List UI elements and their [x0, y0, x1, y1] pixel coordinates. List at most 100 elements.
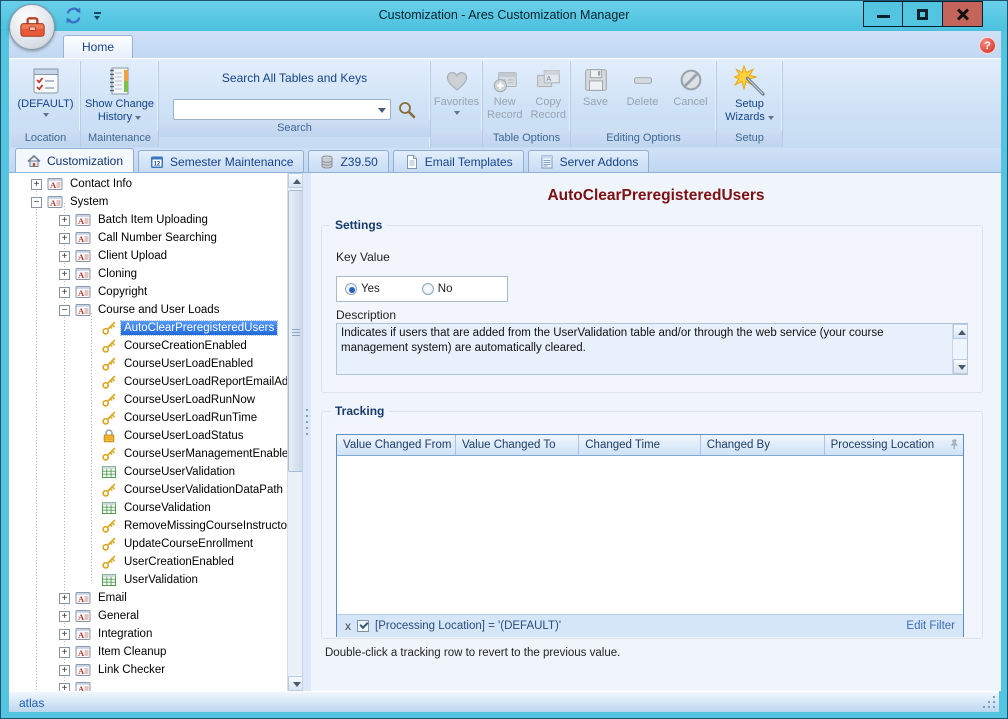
tree-item[interactable]: CourseUserLoadStatus [9, 427, 287, 445]
copy-record-button[interactable]: A Copy Record [527, 65, 571, 122]
tree-item[interactable]: AutoClearPreregisteredUsers [9, 319, 287, 337]
delete-button[interactable]: Delete [619, 65, 667, 109]
ribbon-tab-home[interactable]: Home [63, 35, 133, 58]
tree-item[interactable]: CourseUserLoadRunNow [9, 391, 287, 409]
tree-item[interactable]: +AItem Cleanup [9, 643, 287, 661]
tree-item[interactable]: RemoveMissingCourseInstructors [9, 517, 287, 535]
expand-icon[interactable]: + [59, 629, 70, 640]
tree-item[interactable]: +AEmail [9, 589, 287, 607]
save-button[interactable]: Save [573, 65, 619, 109]
tree-item[interactable]: CourseUserLoadReportEmailAddr... [9, 373, 287, 391]
qat-dropdown-icon[interactable] [92, 9, 104, 23]
tree-item[interactable]: +AContact Info [9, 175, 287, 193]
minimize-button[interactable] [863, 1, 903, 27]
column-header[interactable]: Changed Time [579, 435, 700, 455]
favorites-button[interactable]: Favorites [431, 65, 482, 115]
expand-icon[interactable]: + [59, 611, 70, 622]
radio-yes[interactable]: Yes [345, 283, 380, 295]
tab-server-addons[interactable]: Server Addons [528, 150, 650, 172]
tree-item-label: RemoveMissingCourseInstructors [121, 519, 300, 533]
expand-icon[interactable]: + [59, 269, 70, 280]
ribbon-tabstrip: Home ? [9, 31, 1001, 58]
help-button[interactable]: ? [979, 37, 996, 54]
cancel-button[interactable]: Cancel [667, 65, 715, 109]
tree-item[interactable]: UserValidation [9, 571, 287, 589]
description-box[interactable]: Indicates if users that are added from t… [336, 323, 968, 375]
grid-body[interactable] [337, 456, 963, 614]
application-button[interactable] [9, 4, 55, 50]
tree-item[interactable]: CourseCreationEnabled [9, 337, 287, 355]
tree-item[interactable]: +ALink Checker [9, 661, 287, 679]
column-header[interactable]: Value Changed To [456, 435, 579, 455]
filter-close-icon[interactable]: x [345, 620, 351, 632]
radio-no[interactable]: No [422, 283, 453, 295]
tree-item[interactable]: UpdateCourseEnrollment [9, 535, 287, 553]
tree-item[interactable]: CourseUserLoadEnabled [9, 355, 287, 373]
tree-item[interactable]: UserCreationEnabled [9, 553, 287, 571]
scroll-up-icon[interactable] [288, 173, 303, 188]
scrollbar-thumb[interactable] [288, 190, 303, 472]
expand-icon[interactable]: + [59, 665, 70, 676]
tab-z39-50[interactable]: Z39.50 [308, 150, 388, 172]
description-scrollbar[interactable] [952, 324, 967, 374]
tree-item[interactable]: CourseUserManagementEnabled [9, 445, 287, 463]
expand-icon[interactable]: + [59, 593, 70, 604]
tree-item[interactable]: +ABatch Item Uploading [9, 211, 287, 229]
expand-icon[interactable]: + [59, 215, 70, 226]
tab-semester-maintenance[interactable]: 12Semester Maintenance [138, 150, 304, 172]
expand-icon[interactable]: + [31, 179, 42, 190]
tree-item[interactable]: −ASystem [9, 193, 287, 211]
search-icon[interactable] [397, 100, 417, 120]
new-record-button[interactable]: New Record [483, 65, 527, 122]
tree-item[interactable]: +AGeneral [9, 607, 287, 625]
tree-scrollbar[interactable] [287, 173, 302, 691]
filter-checkbox[interactable] [357, 620, 369, 632]
expand-icon[interactable]: + [59, 233, 70, 244]
column-header[interactable]: Value Changed From [337, 435, 456, 455]
expand-icon[interactable]: + [59, 683, 70, 692]
panel-splitter[interactable] [303, 173, 311, 691]
tree-item[interactable]: +AClient Upload [9, 247, 287, 265]
tab-customization[interactable]: Customization [15, 148, 134, 172]
tree-item[interactable]: CourseUserValidation [9, 463, 287, 481]
scroll-up-icon[interactable] [953, 324, 968, 339]
combo-dropdown-icon[interactable] [378, 108, 386, 113]
tree-item[interactable]: CourseUserLoadRunTime [9, 409, 287, 427]
tree-item[interactable]: CourseUserValidationDataPath [9, 481, 287, 499]
column-header[interactable]: Processing Location [825, 435, 963, 455]
scroll-down-icon[interactable] [288, 676, 303, 691]
tree-item[interactable]: +A [9, 679, 287, 691]
tree-item[interactable]: +ACall Number Searching [9, 229, 287, 247]
search-combobox[interactable] [173, 99, 391, 120]
close-button[interactable] [943, 1, 983, 27]
expand-icon[interactable]: + [59, 251, 70, 262]
maximize-button[interactable] [903, 1, 943, 27]
tree-item[interactable]: +ACopyright [9, 283, 287, 301]
folder-icon: A [75, 230, 91, 246]
default-location-button[interactable]: (DEFAULT) [11, 65, 80, 117]
search-input[interactable] [176, 101, 368, 118]
description-text: Indicates if users that are added from t… [341, 326, 945, 356]
scroll-down-icon[interactable] [953, 359, 968, 374]
pin-icon [948, 439, 960, 451]
expand-icon[interactable]: + [59, 287, 70, 298]
setup-wizards-button[interactable]: Setup Wizards [717, 65, 782, 124]
tree-item-label: CourseValidation [121, 501, 214, 515]
column-header[interactable]: Changed By [701, 435, 825, 455]
tree-item[interactable]: +ACloning [9, 265, 287, 283]
tree-item-label: AutoClearPreregisteredUsers [121, 321, 277, 335]
sync-icon[interactable] [63, 5, 84, 26]
ribbon-group-location: (DEFAULT) Location [11, 61, 81, 147]
tree-item[interactable]: CourseValidation [9, 499, 287, 517]
tree-item-label: Course and User Loads [95, 303, 222, 317]
collapse-icon[interactable]: − [59, 305, 70, 316]
expand-icon[interactable]: + [59, 647, 70, 658]
tab-email-templates[interactable]: Email Templates [393, 150, 524, 172]
collapse-icon[interactable]: − [31, 197, 42, 208]
resize-grip[interactable] [993, 706, 995, 708]
document-tabstrip: Customization12Semester MaintenanceZ39.5… [9, 148, 1001, 173]
tree-item[interactable]: +AIntegration [9, 625, 287, 643]
tree-item[interactable]: −ACourse and User Loads [9, 301, 287, 319]
edit-filter-link[interactable]: Edit Filter [906, 620, 955, 632]
show-change-history-button[interactable]: Show Change History [81, 65, 158, 124]
